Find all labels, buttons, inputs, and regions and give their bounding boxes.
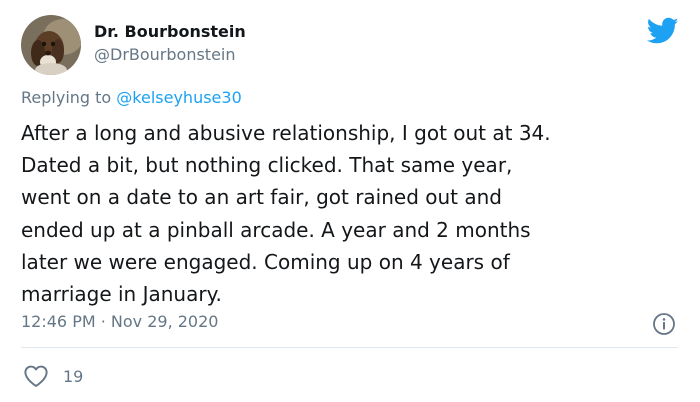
author-display-name[interactable]: Dr. Bourbonstein: [94, 22, 246, 41]
dog-avatar-icon: [21, 15, 81, 75]
info-icon[interactable]: [652, 312, 676, 336]
tweet-text-line: Dated a bit, but nothing clicked. That s…: [21, 153, 513, 178]
author-handle[interactable]: @DrBourbonstein: [94, 45, 236, 64]
replying-to-line: Replying to @kelseyhuse30: [21, 88, 242, 107]
reply-mention-link[interactable]: @kelseyhuse30: [116, 88, 241, 107]
tweet-text-line: marriage in January.: [21, 282, 222, 307]
twitter-bird-icon[interactable]: [646, 17, 679, 45]
like-count: 19: [63, 366, 84, 386]
tweet-text-line: ended up at a pinball arcade. A year and…: [21, 217, 531, 242]
tweet-timestamp[interactable]: 12:46 PM · Nov 29, 2020: [21, 312, 218, 331]
avatar[interactable]: [21, 15, 81, 75]
tweet-text-line: After a long and abusive relationship, I…: [21, 121, 551, 145]
heart-icon[interactable]: [23, 364, 49, 388]
like-action[interactable]: 19: [23, 363, 83, 389]
tweet-text: After a long and abusive relationship, I…: [21, 117, 681, 310]
tweet-text-line: later we were engaged. Coming up on 4 ye…: [21, 249, 510, 274]
replying-to-label: Replying to: [21, 88, 112, 107]
divider: [21, 347, 678, 348]
tweet-text-line: went on a date to an art fair, got raine…: [21, 185, 503, 210]
